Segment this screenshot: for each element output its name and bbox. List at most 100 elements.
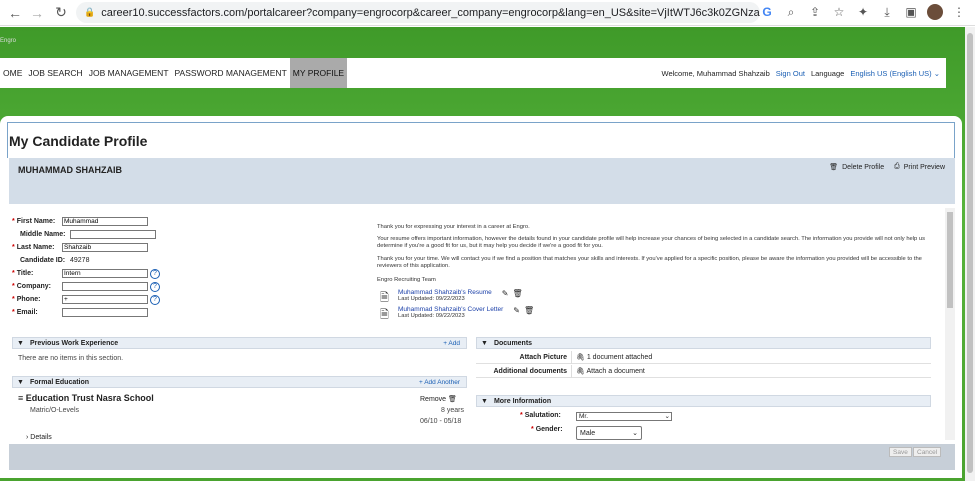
add-education-button[interactable]: + Add Another [419,379,460,386]
language-value: English US (English US) [850,68,932,78]
title-label: Title: [16,270,34,277]
chevron-down-icon: ▼ [481,397,488,405]
paperclip-icon: 🖇 [576,354,585,361]
edit-pencil-icon[interactable]: ✎ [502,289,509,298]
save-button[interactable]: Save [889,447,912,457]
cover-letter-updated: Last Updated: 09/22/2023 [398,313,465,319]
language-label: Language [810,68,845,78]
middle-name-label: Middle Name: [20,231,66,238]
sign-out-link[interactable]: Sign Out [776,69,805,78]
cancel-button[interactable]: Cancel [913,447,942,457]
phone-help-icon[interactable]: ? [150,295,160,305]
nav-job-management[interactable]: JOB MANAGEMENT [86,58,172,88]
language-select[interactable]: English US (English US) ⌄ [850,69,940,78]
first-name-label: First Name: [16,218,56,225]
content-scrollbar[interactable] [945,208,955,440]
company-label: Company: [16,283,51,290]
top-navigation: OME JOB SEARCH JOB MANAGEMENT PASSWORD M… [0,58,946,88]
reload-icon[interactable]: ↻ [52,4,70,21]
chevron-down-icon: ▼ [17,378,24,386]
phone-label: Phone: [16,296,41,303]
additional-documents-label: Additional documents [476,364,572,378]
first-name-input[interactable] [62,217,148,226]
middle-name-input[interactable] [70,230,156,239]
gender-value: Male [580,430,596,437]
resume-link[interactable]: Muhammad Shahzaib's Resume [398,289,492,296]
email-input[interactable] [62,308,148,317]
extensions-icon[interactable]: ✦ [855,5,871,19]
education-details-toggle[interactable]: › Details [26,434,52,441]
education-header[interactable]: ▼ Formal Education + Add Another [12,376,467,388]
candidate-id-label: Candidate ID: [20,257,66,264]
gender-select[interactable]: Male ⌄ [576,426,642,440]
print-preview-label: Print Preview [903,163,945,171]
nav-my-profile[interactable]: MY PROFILE [289,58,348,88]
school-name: Education Trust Nasra School [25,393,154,403]
drag-handle-icon[interactable]: ≡ [18,393,23,403]
page-scrollbar[interactable] [965,27,975,481]
company-input[interactable] [62,282,148,291]
work-experience-header[interactable]: ▼ Previous Work Experience + Add [12,337,467,349]
nav-job-search[interactable]: JOB SEARCH [25,58,85,88]
delete-profile-button[interactable]: 🗑 Delete Profile [829,163,884,172]
nav-password-management[interactable]: PASSWORD MANAGEMENT [172,58,290,88]
middle-name-row: Middle Name: [20,230,156,239]
phone-input[interactable] [62,295,148,304]
attach-document-value: Attach a document [586,368,645,375]
title-input[interactable] [62,269,148,278]
more-info-header[interactable]: ▼ More Information [476,395,931,407]
details-label: Details [30,434,52,441]
attach-picture-link[interactable]: 🖇 1 document attached [572,353,652,361]
company-help-icon[interactable]: ? [150,282,160,292]
back-arrow-icon[interactable]: ← [6,5,24,21]
address-bar[interactable]: 🔒 career10.successfactors.com/portalcare… [76,2,760,23]
title-help-icon[interactable]: ? [150,269,160,279]
remove-label: Remove [420,396,447,403]
add-work-experience-button[interactable]: + Add [443,340,460,347]
last-name-row: * Last Name: [12,243,148,252]
attach-picture-row: Attach Picture 🖇 1 document attached [476,350,931,364]
gender-label: Gender: [535,426,563,433]
sidepanel-icon[interactable]: ▣ [903,5,919,19]
browser-toolbar: ← → ↻ 🔒 career10.successfactors.com/port… [0,0,975,26]
zoom-icon[interactable]: ⌕ [783,5,799,20]
chevron-down-icon: ▼ [17,339,24,347]
cover-letter-attachment: 🗎 Muhammad Shahzaib's Cover Letter Last … [380,306,534,325]
education-level: Matric/O-Levels [30,407,80,414]
bookmark-star-icon[interactable]: ☆ [831,5,847,19]
logo: Engro [0,38,17,44]
google-icon[interactable]: G [759,5,775,19]
last-name-input[interactable] [62,243,148,252]
education-item: ≡ Education Trust Nasra School [18,393,154,403]
candidate-id-row: Candidate ID: 49278 [20,257,89,264]
document-icon: 🗎 [380,309,389,321]
resume-updated: Last Updated: 09/22/2023 [398,296,465,302]
download-icon[interactable]: ⤓ [879,5,895,20]
trash-icon[interactable]: 🗑 [524,306,534,315]
cover-letter-link[interactable]: Muhammad Shahzaib's Cover Letter [398,306,503,313]
profile-header-band [9,158,955,204]
attach-document-link[interactable]: 🖇 Attach a document [572,367,645,375]
nav-home[interactable]: OME [0,58,25,88]
title-box [7,122,955,158]
forward-arrow-icon[interactable]: → [28,5,46,21]
documents-header[interactable]: ▼ Documents [476,337,931,349]
candidate-id-value: 49278 [70,257,90,264]
salutation-label: Salutation: [524,412,561,419]
avatar[interactable] [927,4,943,20]
chevron-down-icon: ⌄ [632,430,638,437]
work-experience-empty: There are no items in this section. [18,355,124,362]
share-icon[interactable]: ⇪ [807,5,823,19]
menu-icon[interactable]: ⋮ [951,5,967,19]
chevron-right-icon: › [26,434,29,441]
edit-pencil-icon[interactable]: ✎ [513,306,520,315]
salutation-select[interactable]: Mr. ⌄ [576,412,672,421]
page-title: My Candidate Profile [9,133,148,149]
additional-documents-row: Additional documents 🖇 Attach a document [476,364,931,378]
education-title: Formal Education [29,378,90,386]
remove-education-button[interactable]: Remove 🗑 [420,395,457,403]
intro-paragraph-2: Your resume offers important information… [377,236,926,249]
last-name-label: Last Name: [16,244,55,251]
print-preview-button[interactable]: ⎙ Print Preview [894,163,945,171]
trash-icon[interactable]: 🗑 [512,289,522,298]
